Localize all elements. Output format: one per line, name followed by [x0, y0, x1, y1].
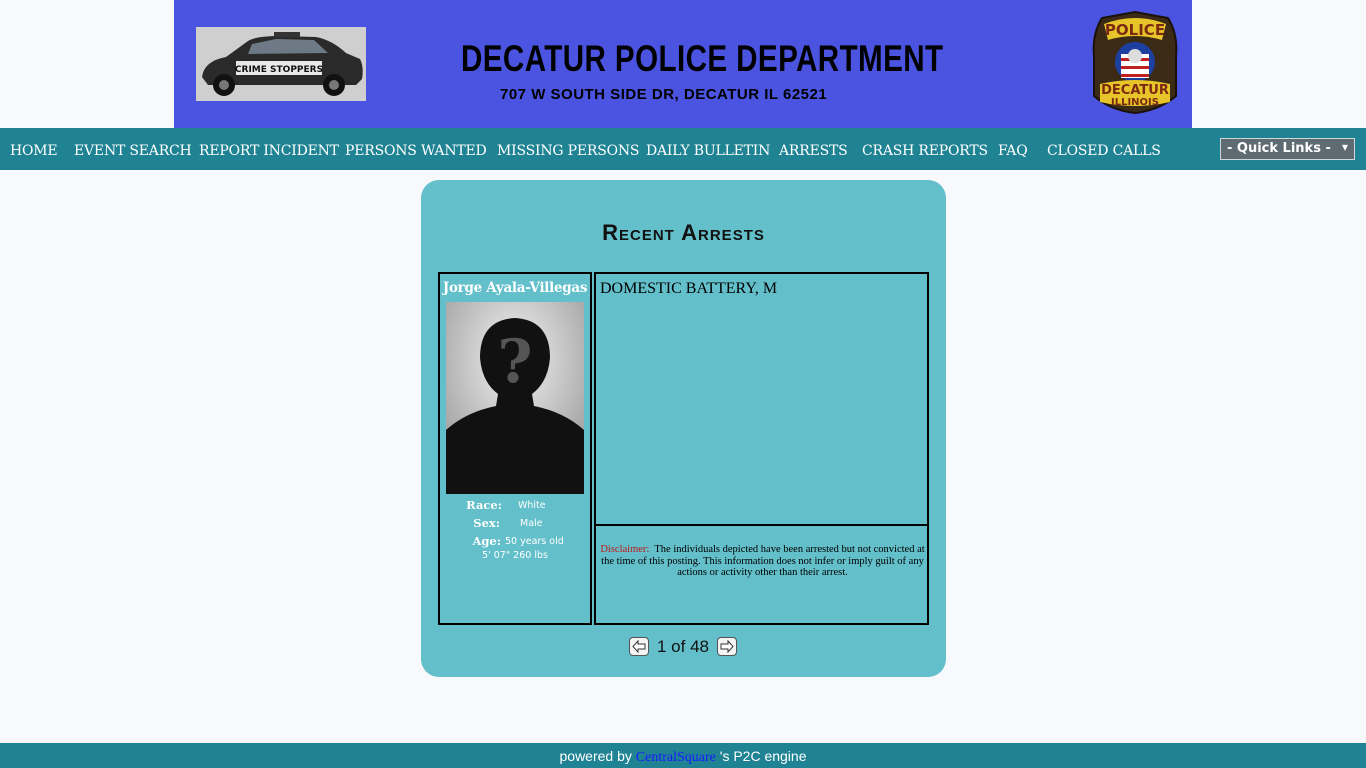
nav-persons-wanted[interactable]: PERSONS WANTED	[345, 143, 487, 159]
disclaimer: Disclaimer: The individuals depicted hav…	[598, 544, 927, 579]
svg-text:ILLINOIS: ILLINOIS	[1111, 97, 1159, 108]
nav-home[interactable]: HOME	[10, 143, 58, 159]
arrestee-card: Jorge Ayala-Villegas ? Race: White Sex: …	[438, 272, 592, 625]
footer-prefix: powered by	[559, 748, 632, 764]
disclaimer-label: Disclaimer:	[600, 544, 650, 555]
next-button[interactable]	[717, 637, 737, 656]
arrow-right-icon	[720, 640, 734, 653]
centralsquare-link[interactable]: CentralSquare	[636, 750, 716, 765]
prev-button[interactable]	[629, 637, 649, 656]
pager: 1 of 48	[421, 636, 946, 660]
arrestee-name[interactable]: Jorge Ayala-Villegas	[440, 280, 590, 296]
quick-links-select[interactable]: - Quick Links - ▾	[1220, 138, 1355, 160]
question-mark-icon: ?	[497, 327, 532, 397]
arrestee-photo-placeholder: ?	[446, 302, 584, 494]
nav-event-search[interactable]: EVENT SEARCH	[74, 143, 192, 159]
nav-closed-calls[interactable]: CLOSED CALLS	[1047, 143, 1161, 159]
charge-text: DOMESTIC BATTERY, M	[600, 280, 778, 297]
race-label: Race:	[466, 498, 502, 512]
police-car-image: CRIME STOPPERS	[196, 27, 366, 101]
footer: powered by CentralSquare 's P2C engine	[0, 743, 1366, 768]
sex-value: Male	[520, 518, 543, 529]
recent-arrests-panel: Recent Arrests Jorge Ayala-Villegas ? Ra…	[421, 180, 946, 677]
nav-daily-bulletin[interactable]: DAILY BULLETIN	[646, 143, 770, 159]
quick-links-value: - Quick Links -	[1227, 141, 1331, 156]
page-indicator: 1 of 48	[657, 637, 709, 656]
age-label: Age:	[472, 534, 501, 548]
disclaimer-text: The individuals depicted have been arres…	[601, 544, 925, 578]
chevron-down-icon: ▾	[1341, 140, 1348, 154]
nav-faq[interactable]: FAQ	[998, 143, 1028, 159]
svg-text:POLICE: POLICE	[1105, 21, 1165, 39]
department-title: DECATUR POLICE DEPARTMENT	[461, 38, 944, 79]
arrow-left-icon	[632, 640, 646, 653]
height-weight: 5' 07" 260 lbs	[482, 550, 548, 561]
svg-text:CRIME STOPPERS: CRIME STOPPERS	[235, 65, 323, 75]
department-address: 707 W SOUTH SIDE DR, DECATUR IL 62521	[500, 86, 828, 103]
charge-area: DOMESTIC BATTERY, M	[596, 274, 927, 526]
header-banner: CRIME STOPPERS DECATUR POLICE DEPARTMENT…	[174, 0, 1192, 128]
nav-report-incident[interactable]: REPORT INCIDENT	[199, 143, 339, 159]
race-value: White	[518, 500, 546, 511]
footer-suffix: 's P2C engine	[719, 748, 807, 764]
police-badge-logo: POLICE DECATUR ILLINOIS	[1090, 10, 1180, 115]
main-nav: HOME EVENT SEARCH REPORT INCIDENT PERSON…	[0, 128, 1366, 170]
sex-label: Sex:	[473, 516, 500, 530]
nav-crash-reports[interactable]: CRASH REPORTS	[862, 143, 988, 159]
nav-missing-persons[interactable]: MISSING PERSONS	[497, 143, 640, 159]
nav-arrests[interactable]: ARRESTS	[779, 143, 848, 159]
charges-box: DOMESTIC BATTERY, M Disclaimer: The indi…	[594, 272, 929, 625]
age-value: 50 years old	[505, 536, 564, 547]
svg-text:DECATUR: DECATUR	[1101, 83, 1169, 98]
panel-title: Recent Arrests	[602, 220, 765, 245]
